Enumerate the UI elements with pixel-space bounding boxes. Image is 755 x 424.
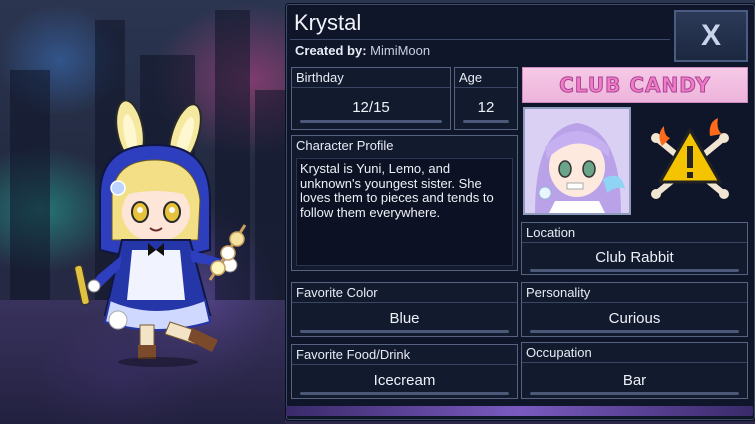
character-profile-field: Character Profile Krystal is Yuni, Lemo,… (291, 135, 518, 271)
character-name: Krystal (294, 10, 362, 35)
favorite-color-field: Favorite Color Blue (291, 282, 518, 337)
location-value: Club Rabbit (595, 249, 674, 266)
created-by-value: MimiMoon (370, 43, 431, 58)
favorite-food-value: Icecream (373, 372, 436, 389)
warning-icon (651, 118, 729, 199)
occupation-label: Occupation (526, 345, 592, 360)
birthday-value: 12/15 (352, 99, 390, 116)
birthday-label: Birthday (296, 70, 344, 85)
portrait-image (523, 107, 631, 215)
close-button[interactable]: X (674, 10, 748, 62)
club-banner: CLUB CANDY (522, 67, 748, 103)
character-figure (73, 100, 247, 367)
profile-label: Character Profile (296, 138, 394, 153)
occupation-field: Occupation Bar (521, 342, 748, 399)
favorite-color-label: Favorite Color (296, 285, 378, 300)
personality-label: Personality (526, 285, 591, 300)
personality-field: Personality Curious (521, 282, 748, 337)
location-field: Location Club Rabbit (521, 222, 748, 275)
favorite-food-field: Favorite Food/Drink Icecream (291, 344, 518, 399)
title-divider (290, 39, 670, 40)
banner-text: CLUB CANDY (559, 73, 711, 98)
occupation-value: Bar (622, 372, 647, 389)
personality-value: Curious (608, 310, 661, 327)
favorite-food-label: Favorite Food/Drink (296, 347, 411, 362)
age-label: Age (459, 70, 483, 85)
age-value: 12 (477, 99, 495, 116)
birthday-field: Birthday 12/15 (291, 67, 451, 130)
close-icon: X (700, 19, 721, 52)
profile-text: Krystal is Yuni, Lemo, and unknown's you… (300, 161, 494, 220)
favorite-color-value: Blue (389, 310, 420, 327)
panel-bottom-bar (286, 406, 753, 416)
location-label: Location (526, 225, 576, 240)
created-by: Created by: MimiMoon (295, 43, 430, 58)
age-field: Age 12 (454, 67, 518, 130)
created-by-label: Created by: (295, 43, 367, 58)
